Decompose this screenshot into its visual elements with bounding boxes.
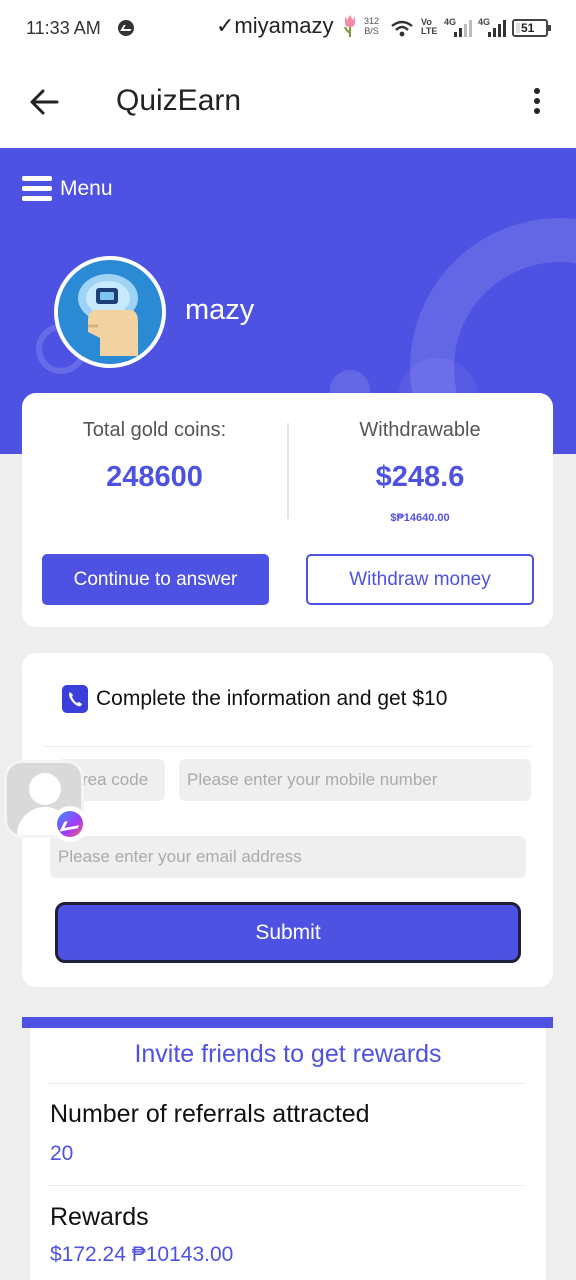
divider — [48, 1185, 525, 1186]
withdraw-money-button[interactable]: Withdraw money — [306, 554, 534, 605]
withdrawable-local-value: $₱14640.00 — [390, 512, 450, 524]
phone-book-icon — [62, 685, 88, 713]
divider — [44, 746, 531, 747]
info-form-title: Complete the information and get $10 — [96, 687, 448, 710]
rewards-value: $172.24 ₱10143.00 — [50, 1243, 234, 1266]
menu-label: Menu — [60, 177, 113, 200]
status-username: ✓miyamazy — [216, 13, 334, 38]
brain-head-icon — [58, 260, 162, 364]
network-speed-value: 312 — [364, 16, 380, 26]
volte-bottom: LTE — [421, 26, 438, 36]
app-title: QuizEarn — [116, 84, 242, 117]
status-time: 11:33 AM — [26, 18, 101, 38]
invite-accent-bar — [22, 1017, 553, 1028]
volte-indicator: Vo LTE — [421, 18, 437, 36]
referrals-label: Number of referrals attracted — [50, 1100, 370, 1128]
continue-to-answer-button[interactable]: Continue to answer — [42, 554, 269, 605]
network-speed: 312 B/S — [364, 16, 379, 36]
hamburger-menu-icon — [22, 174, 52, 204]
signal-icon-sim1: 4G — [444, 17, 472, 37]
submit-button[interactable]: Submit — [55, 902, 521, 963]
invite-title: Invite friends to get rewards — [134, 1040, 442, 1068]
messenger-notification-icon — [118, 20, 134, 36]
person-icon — [29, 773, 61, 805]
app-bar: QuizEarn — [0, 60, 576, 148]
username: mazy — [185, 294, 255, 326]
info-form-card: Complete the information and get $10 rea… — [22, 653, 553, 987]
back-arrow-icon[interactable] — [28, 86, 60, 118]
email-input[interactable]: Please enter your email address — [50, 836, 526, 878]
status-bar: 11:33 AM ✓miyamazy 312 B/S Vo LTE 4G 4G … — [0, 0, 576, 60]
gold-coins-label: Total gold coins: — [82, 419, 227, 441]
messenger-icon[interactable] — [52, 806, 88, 842]
withdrawable-value: $248.6 — [375, 461, 465, 493]
rewards-label: Rewards — [50, 1203, 149, 1231]
avatar[interactable] — [54, 256, 166, 368]
mobile-number-input[interactable]: Please enter your mobile number — [179, 759, 531, 801]
withdrawable-label: Withdrawable — [359, 419, 481, 441]
network-speed-unit: B/S — [364, 26, 379, 36]
tulip-icon — [344, 15, 355, 37]
menu-button[interactable]: Menu — [22, 172, 113, 206]
battery-icon: 51 — [512, 19, 551, 37]
invite-card: Invite friends to get rewards Number of … — [30, 1028, 546, 1280]
gold-coins-value: 248600 — [106, 461, 203, 493]
referrals-value: 20 — [50, 1142, 74, 1165]
wifi-icon — [391, 20, 413, 37]
divider — [48, 1083, 525, 1084]
signal-icon-sim2: 4G — [478, 17, 506, 37]
balance-card: Total gold coins: 248600 Withdrawable $2… — [22, 393, 553, 627]
more-options-icon[interactable] — [530, 88, 544, 120]
